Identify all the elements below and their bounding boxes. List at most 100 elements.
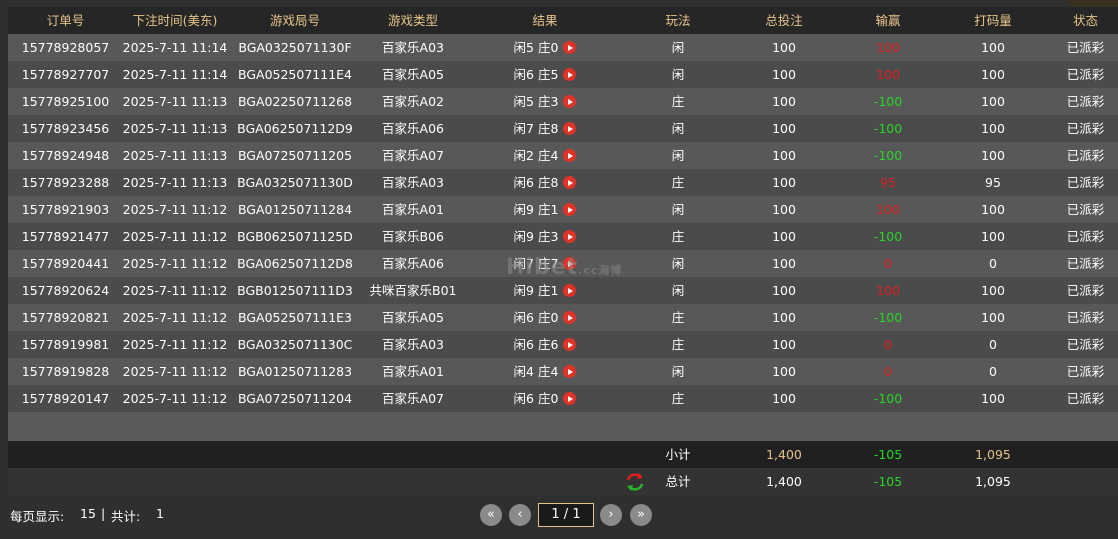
cell-status: 已派彩 — [1066, 256, 1105, 271]
cell-play: 庄 — [671, 391, 685, 406]
cell-round: BGA052507111E3 — [237, 310, 353, 325]
cell-turnover: 0 — [989, 364, 997, 379]
cell-result: 闲5 庄3 — [495, 88, 595, 115]
cell-bet: 100 — [772, 175, 796, 190]
cell-round: BGB0625071125D — [237, 229, 353, 244]
table-row: 15778920624 2025-7-11 11:12 BGB012507111D3… — [8, 277, 1118, 304]
cell-result: 闲5 庄0 — [495, 34, 595, 61]
cell-status: 已派彩 — [1066, 229, 1105, 244]
cell-turnover: 100 — [981, 67, 1005, 82]
cell-status: 已派彩 — [1066, 337, 1105, 352]
cell-order: 15778924948 — [21, 148, 110, 163]
cell-status: 已派彩 — [1066, 121, 1105, 136]
play-video-icon[interactable] — [563, 230, 577, 243]
cell-order: 15778923456 — [21, 121, 110, 136]
cell-turnover: 100 — [981, 94, 1005, 109]
cell-win: 100 — [876, 40, 900, 55]
cell-bet: 100 — [772, 391, 796, 406]
table-row: 15778923456 2025-7-11 11:13 BGA062507112D9… — [8, 115, 1118, 142]
cell-round: BGA0325071130D — [237, 175, 353, 190]
total-count-label: 共计: — [111, 509, 141, 524]
total-label: 总计 — [665, 474, 691, 489]
cell-round: BGA0325071130F — [238, 40, 352, 55]
cell-game: 百家乐A01 — [382, 364, 444, 379]
cell-turnover: 100 — [981, 148, 1005, 163]
cell-bet: 100 — [772, 229, 796, 244]
per-page-value: 15 — [80, 506, 96, 521]
cell-game: 百家乐A01 — [382, 202, 444, 217]
play-video-icon[interactable] — [563, 41, 577, 54]
cell-result: 闲6 庄6 — [495, 331, 595, 358]
cell-bet: 100 — [772, 337, 796, 352]
cell-result: 闲6 庄0 — [495, 385, 595, 412]
cell-result: 闲6 庄0 — [495, 304, 595, 331]
total-winloss: -105 — [873, 474, 903, 489]
cell-bet: 100 — [772, 364, 796, 379]
next-page-icon[interactable]: › — [600, 504, 622, 526]
cell-time: 2025-7-11 11:12 — [122, 391, 228, 406]
cell-round: BGA062507112D8 — [237, 256, 353, 271]
play-video-icon[interactable] — [563, 68, 577, 81]
cell-game: 百家乐A07 — [382, 148, 444, 163]
cell-bet: 100 — [772, 202, 796, 217]
cell-status: 已派彩 — [1066, 175, 1105, 190]
cell-order: 15778925100 — [21, 94, 110, 109]
cell-bet: 100 — [772, 283, 796, 298]
cell-round: BGA0325071130C — [237, 337, 353, 352]
col-status: 状态 — [1072, 13, 1098, 28]
first-page-icon[interactable]: « — [480, 504, 502, 526]
col-bet: 总投注 — [765, 13, 803, 28]
cell-play: 闲 — [671, 121, 685, 136]
cell-game: 百家乐A05 — [382, 67, 444, 82]
col-winloss: 输赢 — [875, 13, 901, 28]
cell-win: 100 — [876, 202, 900, 217]
cell-game: 百家乐A02 — [382, 94, 444, 109]
cell-turnover: 0 — [989, 337, 997, 352]
cell-order: 15778923288 — [21, 175, 110, 190]
result-text: 闲2 庄4 — [513, 148, 559, 163]
total-row: 总计 1,400 -105 1,095 — [8, 468, 1118, 495]
footer-separator: | — [101, 506, 106, 521]
play-video-icon[interactable] — [563, 203, 577, 216]
table-row: 15778928057 2025-7-11 11:14 BGA0325071130F… — [8, 34, 1118, 61]
cell-turnover: 100 — [981, 40, 1005, 55]
play-video-icon[interactable] — [563, 365, 577, 378]
cell-game: 共咪百家乐B01 — [369, 283, 457, 298]
cell-time: 2025-7-11 11:13 — [122, 175, 228, 190]
play-video-icon[interactable] — [563, 122, 577, 135]
page-input[interactable]: 1 / 1 — [538, 503, 594, 527]
cell-win: -100 — [873, 121, 903, 136]
cell-status: 已派彩 — [1066, 148, 1105, 163]
cell-status: 已派彩 — [1066, 310, 1105, 325]
cell-order: 15778928057 — [21, 40, 110, 55]
cell-turnover: 100 — [981, 391, 1005, 406]
play-video-icon[interactable] — [563, 149, 577, 162]
play-video-icon[interactable] — [563, 392, 577, 405]
cell-bet: 100 — [772, 94, 796, 109]
cell-status: 已派彩 — [1066, 283, 1105, 298]
cell-round: BGA01250711284 — [237, 202, 353, 217]
play-video-icon[interactable] — [563, 284, 577, 297]
last-page-icon[interactable]: » — [630, 504, 652, 526]
col-play: 玩法 — [665, 13, 691, 28]
cell-result: 闲6 庄5 — [495, 61, 595, 88]
col-round: 游戏局号 — [269, 13, 320, 28]
cell-play: 庄 — [671, 310, 685, 325]
play-video-icon[interactable] — [563, 311, 577, 324]
prev-page-icon[interactable]: ‹ — [509, 504, 531, 526]
total-count-value: 1 — [156, 506, 164, 521]
subtotal-winloss: -105 — [873, 447, 903, 462]
cell-turnover: 100 — [981, 310, 1005, 325]
play-video-icon[interactable] — [563, 176, 577, 189]
col-turnover: 打码量 — [974, 13, 1012, 28]
cell-turnover: 100 — [981, 202, 1005, 217]
result-text: 闲4 庄4 — [513, 364, 559, 379]
cell-result: 闲6 庄8 — [495, 169, 595, 196]
play-video-icon[interactable] — [563, 338, 577, 351]
cell-round: BGA01250711283 — [237, 364, 353, 379]
cell-round: BGA07250711205 — [237, 148, 353, 163]
cell-bet: 100 — [772, 40, 796, 55]
cell-order: 15778919828 — [21, 364, 110, 379]
cell-play: 庄 — [671, 337, 685, 352]
play-video-icon[interactable] — [563, 95, 577, 108]
